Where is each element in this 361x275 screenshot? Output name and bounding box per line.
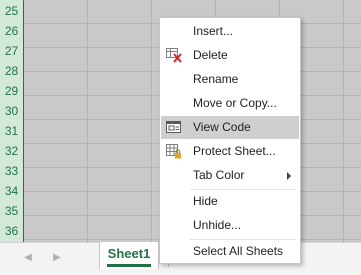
- menu-item-insert[interactable]: Insert...: [161, 20, 299, 43]
- delete-sheet-icon: [166, 48, 182, 63]
- submenu-arrow-icon: [287, 172, 291, 180]
- sheet-context-menu: Insert... Delete Rename Move or Copy...: [159, 17, 301, 264]
- menu-item-label: Rename: [193, 72, 239, 86]
- excel-window: 25 26 27 28 29 30 31 32 33 34 35 36 ◀ ▶ …: [0, 0, 361, 275]
- menu-item-label: Protect Sheet...: [193, 144, 276, 158]
- row-headers: 25 26 27 28 29 30 31 32 33 34 35 36: [0, 0, 24, 242]
- menu-item-label: View Code: [193, 120, 251, 134]
- scroll-tabs-left-icon[interactable]: ◀: [21, 251, 35, 265]
- menu-item-label: Insert...: [193, 24, 234, 38]
- menu-item-rename[interactable]: Rename: [161, 68, 299, 91]
- menu-item-tab-color[interactable]: Tab Color: [161, 164, 299, 187]
- view-code-icon: [166, 120, 182, 135]
- menu-item-delete[interactable]: Delete: [161, 44, 299, 67]
- menu-item-hide[interactable]: Hide: [161, 190, 299, 213]
- sheet-tab-label: Sheet1: [107, 246, 151, 261]
- active-tab-underline: [107, 264, 151, 267]
- menu-item-label: Hide: [193, 194, 218, 208]
- row-header-36[interactable]: 36: [0, 220, 23, 242]
- menu-item-view-code[interactable]: View Code: [161, 116, 299, 139]
- menu-item-label: Delete: [193, 48, 228, 62]
- scroll-tabs-right-icon[interactable]: ▶: [50, 251, 64, 265]
- protect-sheet-icon: [166, 144, 182, 159]
- menu-item-unhide[interactable]: Unhide...: [161, 214, 299, 237]
- menu-item-protect-sheet[interactable]: Protect Sheet...: [161, 140, 299, 163]
- menu-item-select-all-sheets[interactable]: Select All Sheets: [161, 240, 299, 263]
- menu-item-label: Move or Copy...: [193, 96, 277, 110]
- menu-item-label: Tab Color: [193, 168, 245, 182]
- sheet-tab-sheet1[interactable]: Sheet1: [99, 242, 159, 269]
- menu-item-label: Select All Sheets: [193, 244, 284, 258]
- menu-item-move-or-copy[interactable]: Move or Copy...: [161, 92, 299, 115]
- menu-item-label: Unhide...: [193, 218, 242, 232]
